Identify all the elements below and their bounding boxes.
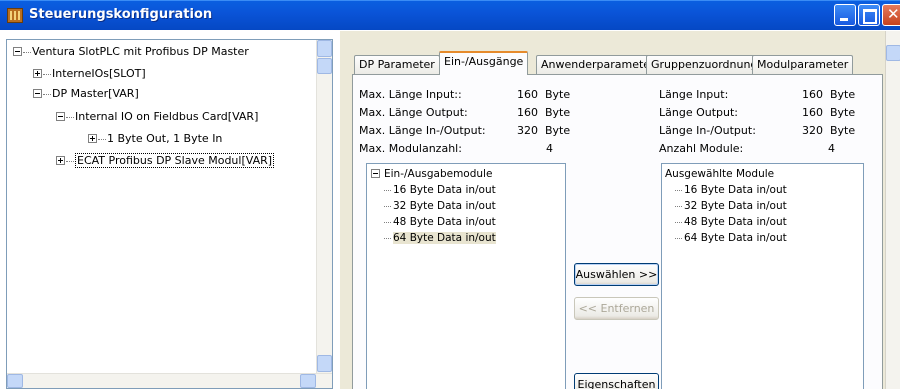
info-label: Max. Länge In-/Output:: [359, 124, 486, 137]
collapse-icon[interactable]: [33, 89, 42, 98]
window-title: Steuerungskonfiguration: [29, 7, 213, 22]
minimize-button[interactable]: [834, 4, 856, 26]
tab-anwenderparameter[interactable]: Anwenderparameter: [536, 55, 660, 74]
tree-node-root[interactable]: Ventura SlotPLC mit Profibus DP Master: [13, 45, 249, 58]
info-value: 320: [517, 124, 538, 137]
info-label: Länge Output:: [659, 106, 739, 119]
panel-vertical-scrollbar[interactable]: [885, 31, 900, 389]
tree-node-byte-io[interactable]: 1 Byte Out, 1 Byte In: [88, 132, 222, 145]
tree-node-label: ECAT Profibus DP Slave Modul[VAR]: [75, 153, 275, 168]
info-unit: Byte: [545, 124, 571, 137]
app-icon: [7, 8, 23, 23]
list-item[interactable]: 32 Byte Data in/out: [675, 200, 787, 212]
scrollbar-thumb[interactable]: [317, 58, 332, 74]
list-item[interactable]: 48 Byte Data in/out: [384, 216, 496, 228]
info-label: Max. Länge Output:: [359, 106, 468, 119]
expand-icon[interactable]: [56, 156, 65, 165]
info-unit: Byte: [830, 124, 856, 137]
close-button[interactable]: ✕: [882, 4, 900, 26]
scroll-up-icon[interactable]: [886, 45, 900, 61]
info-unit: Byte: [545, 106, 571, 119]
info-label: Länge Input:: [659, 88, 729, 101]
maximize-button[interactable]: [858, 4, 880, 26]
list-item[interactable]: 16 Byte Data in/out: [675, 184, 787, 196]
info-value: 160: [517, 106, 538, 119]
info-unit: Byte: [545, 88, 571, 101]
tree-vertical-scrollbar[interactable]: [316, 40, 332, 388]
list-item[interactable]: 64 Byte Data in/out: [384, 232, 496, 244]
scroll-right-icon[interactable]: [300, 374, 316, 388]
remove-button[interactable]: << Entfernen: [574, 297, 659, 320]
properties-panel: DP Parameter Ein-/Ausgänge Anwenderparam…: [340, 31, 885, 389]
tree-node-ecat-slave[interactable]: ECAT Profibus DP Slave Modul[VAR]: [56, 153, 275, 168]
list-header[interactable]: Ausgewählte Module: [665, 168, 774, 180]
title-bar: Steuerungskonfiguration ✕: [0, 0, 900, 30]
tab-dp-parameter[interactable]: DP Parameter: [354, 55, 440, 74]
list-item[interactable]: 32 Byte Data in/out: [384, 200, 496, 212]
info-value: 160: [802, 106, 823, 119]
close-icon: ✕: [887, 5, 900, 23]
info-value: 320: [802, 124, 823, 137]
collapse-icon[interactable]: [13, 47, 22, 56]
expand-icon[interactable]: [88, 134, 97, 143]
list-item[interactable]: 64 Byte Data in/out: [675, 232, 787, 244]
info-value: 160: [517, 88, 538, 101]
collapse-icon[interactable]: [371, 169, 380, 178]
tree-node-label: DP Master[VAR]: [52, 87, 139, 100]
configuration-tree[interactable]: Ventura SlotPLC mit Profibus DP Master I…: [6, 39, 333, 389]
tree-node-dp-master[interactable]: DP Master[VAR]: [33, 87, 139, 100]
tab-ein-ausgaenge[interactable]: Ein-/Ausgänge: [439, 51, 529, 75]
available-modules-list[interactable]: Ein-/Ausgabemodule 16 Byte Data in/out 3…: [366, 163, 566, 389]
info-label: Länge In-/Output:: [659, 124, 756, 137]
list-item[interactable]: 16 Byte Data in/out: [384, 184, 496, 196]
select-button[interactable]: Auswählen >>: [574, 263, 659, 286]
tree-node-internal-ios[interactable]: InterneIOs[SLOT]: [33, 67, 146, 80]
info-value: 4: [828, 142, 835, 155]
info-unit: Byte: [830, 88, 856, 101]
scroll-up-icon[interactable]: [317, 40, 332, 57]
info-value: 4: [546, 142, 553, 155]
tab-content: Max. Länge Input:: 160 Byte Max. Länge O…: [352, 74, 883, 389]
info-label: Anzahl Module:: [659, 142, 744, 155]
scroll-down-icon[interactable]: [317, 355, 332, 372]
tree-horizontal-scrollbar[interactable]: [7, 373, 332, 388]
properties-button[interactable]: Eigenschaften: [574, 373, 659, 389]
tree-node-label: 1 Byte Out, 1 Byte In: [107, 132, 223, 145]
list-header[interactable]: Ein-/Ausgabemodule: [371, 168, 492, 180]
tree-node-label: Ventura SlotPLC mit Profibus DP Master: [32, 45, 249, 58]
info-unit: Byte: [830, 106, 856, 119]
tree-node-label: InterneIOs[SLOT]: [52, 67, 146, 80]
list-item[interactable]: 48 Byte Data in/out: [675, 216, 787, 228]
tree-node-label: Internal IO on Fieldbus Card[VAR]: [75, 110, 259, 123]
selected-modules-list[interactable]: Ausgewählte Module 16 Byte Data in/out 3…: [661, 163, 864, 389]
info-label: Max. Modulanzahl:: [359, 142, 462, 155]
expand-icon[interactable]: [33, 69, 42, 78]
info-value: 160: [802, 88, 823, 101]
scroll-left-icon[interactable]: [7, 374, 23, 388]
collapse-icon[interactable]: [56, 112, 65, 121]
tab-modulparameter[interactable]: Modulparameter: [752, 55, 854, 74]
tab-gruppenzuordnung[interactable]: Gruppenzuordnung: [646, 55, 763, 74]
info-label: Max. Länge Input::: [359, 88, 462, 101]
tree-node-fieldbus-card[interactable]: Internal IO on Fieldbus Card[VAR]: [56, 110, 258, 123]
